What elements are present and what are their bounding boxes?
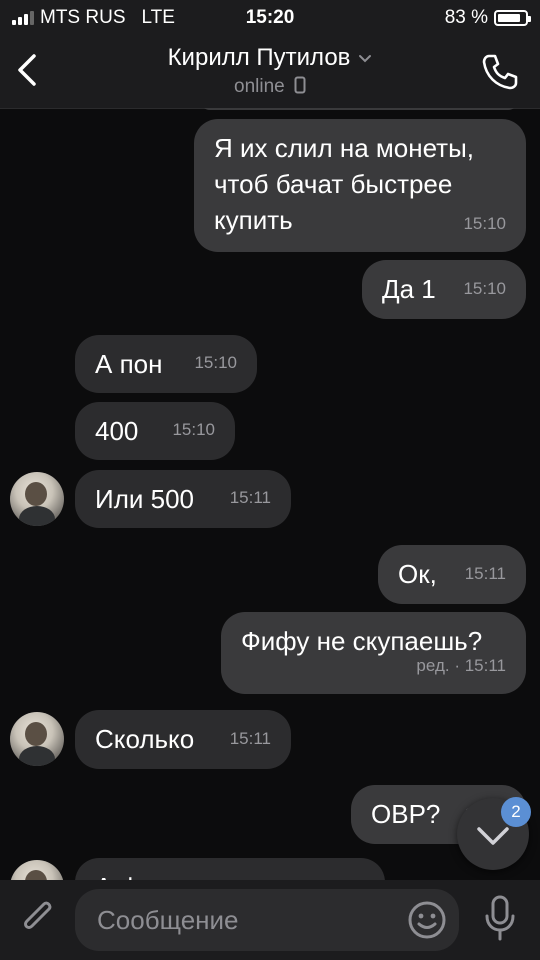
battery-level (498, 14, 520, 22)
message-line: купить (214, 205, 293, 235)
message-text: Я их слил на монеты, чтоб бачат быстрее … (214, 130, 474, 238)
message-input-placeholder: Сообщение (97, 905, 239, 935)
contact-avatar[interactable] (10, 860, 64, 880)
message-time: 15:11 (229, 729, 271, 748)
message-bubble-incoming[interactable]: А ф (75, 858, 385, 880)
message-text: Ок, (398, 559, 437, 589)
status-right: 83 % (444, 7, 531, 29)
message-time: 15:11 (464, 656, 506, 675)
message-bubble-incoming[interactable]: Сколько 15:11 (75, 710, 291, 769)
message-bubble-incoming[interactable]: Или 500 15:11 (75, 470, 291, 528)
battery-percent: 83 % (444, 7, 488, 28)
message-input[interactable]: Сообщение (75, 889, 459, 951)
message-line: чтоб бачат быстрее (214, 169, 453, 199)
message-text: OBP? (371, 799, 441, 829)
message-time: 15:11 (229, 488, 271, 507)
contact-avatar[interactable] (10, 712, 64, 766)
message-bubble-outgoing[interactable]: Я их слил на монеты, чтоб бачат быстрее … (194, 119, 526, 252)
microphone-icon[interactable] (482, 894, 518, 942)
chat-header: Кирилл Путилов online (0, 36, 540, 109)
battery-icon (494, 10, 531, 26)
message-time: 15:10 (463, 279, 506, 298)
edited-label: ред. (416, 656, 450, 675)
contact-avatar[interactable] (10, 472, 64, 526)
status-bar: MTS RUS LTE 15:20 83 % (0, 0, 540, 36)
message-list[interactable]: Я их слил на монеты, чтоб бачат быстрее … (0, 108, 540, 880)
phone-call-icon[interactable] (480, 52, 520, 92)
message-time: 15:10 (463, 214, 506, 233)
emoji-icon[interactable] (407, 900, 447, 940)
message-bubble-incoming[interactable]: А пон 15:10 (75, 335, 257, 393)
message-bubble-incoming[interactable]: 400 15:10 (75, 402, 235, 460)
mobile-device-icon (294, 76, 306, 94)
message-text: 400 (95, 416, 139, 446)
message-time: 15:10 (172, 420, 215, 439)
message-text: Или 500 (95, 484, 194, 514)
contact-title[interactable]: Кирилл Путилов (0, 44, 540, 72)
contact-status: online (0, 76, 540, 98)
message-text: А пон (95, 349, 163, 379)
chevron-down-icon (359, 54, 372, 63)
unread-count-badge: 2 (501, 797, 531, 827)
message-bubble-outgoing[interactable]: Да 1 15:10 (362, 260, 526, 319)
message-text: Да 1 (382, 274, 436, 304)
paperclip-icon[interactable] (18, 896, 58, 940)
composer-bar: Сообщение (0, 880, 540, 960)
previous-message-bubble (200, 108, 518, 110)
message-edited-time: ред. · 15:11 (416, 656, 506, 675)
message-text: Сколько (95, 724, 195, 754)
message-bubble-outgoing[interactable]: Фифу не скупаешь? ред. · 15:11 (221, 612, 526, 694)
message-bubble-outgoing[interactable]: Ок, 15:11 (378, 545, 526, 604)
message-line: Я их слил на монеты, (214, 133, 474, 163)
message-time: 15:11 (464, 564, 506, 583)
contact-name: Кирилл Путилов (167, 44, 351, 71)
online-status: online (234, 76, 285, 97)
message-time: 15:10 (194, 353, 237, 372)
message-text: А ф (95, 869, 141, 880)
